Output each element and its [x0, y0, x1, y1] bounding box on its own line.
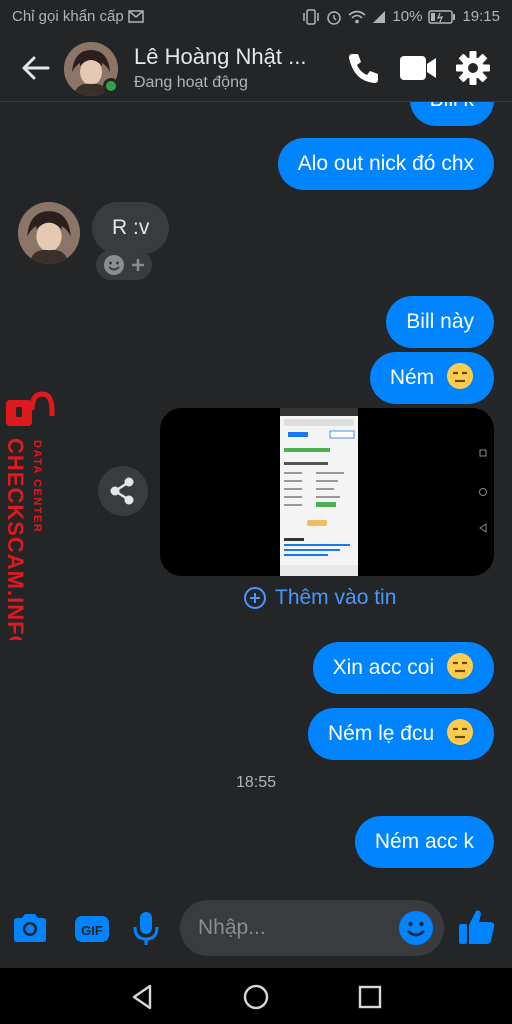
image-attachment[interactable] — [160, 408, 494, 576]
add-reaction-button[interactable] — [96, 250, 152, 280]
add-to-story-button[interactable]: Thêm vào tin — [243, 586, 396, 610]
svg-text:DATA CENTER: DATA CENTER — [31, 440, 43, 533]
plus-circle-icon — [244, 587, 266, 609]
checkscam-watermark-logo: CHECKSCAM.INFO DATA CENTER — [0, 390, 60, 654]
microphone-icon[interactable] — [126, 908, 166, 948]
sent-message[interactable]: Ném acc k — [354, 816, 494, 868]
share-icon[interactable] — [98, 466, 148, 516]
expressionless-emoji-icon — [447, 653, 473, 680]
signal-icon — [372, 10, 386, 24]
expressionless-emoji-icon — [447, 719, 473, 746]
message-list[interactable]: Bill k Alo out nick đó chx R :v Bill này… — [0, 102, 512, 888]
svg-text:CHECKSCAM.INFO: CHECKSCAM.INFO — [3, 438, 28, 640]
status-bar: Chỉ gọi khẩn cấp 10% 19:15 — [0, 0, 512, 34]
sent-message[interactable]: Ném lẹ đcu — [307, 708, 494, 760]
thumbs-up-icon[interactable] — [456, 906, 496, 946]
contact-name[interactable]: Lê Hoàng Nhật ... — [134, 44, 306, 70]
system-navigation-bar — [0, 968, 512, 1024]
carrier-text: Chỉ gọi khẩn cấp — [12, 8, 124, 25]
camera-icon[interactable] — [10, 908, 50, 948]
battery-percent: 10% — [392, 8, 423, 25]
wifi-icon — [348, 10, 366, 24]
nav-recents-icon[interactable] — [355, 982, 385, 1012]
svg-text:GIF: GIF — [81, 923, 103, 938]
received-message[interactable]: R :v — [92, 202, 170, 254]
vibrate-icon — [302, 8, 320, 25]
sender-avatar[interactable] — [18, 202, 80, 264]
message-composer: GIF Nhập... — [0, 888, 512, 968]
sent-message[interactable]: Bill này — [386, 296, 494, 348]
nav-back-icon[interactable] — [128, 982, 158, 1012]
conversation-header: Lê Hoàng Nhật ... Đang hoạt động — [0, 34, 512, 102]
sent-message[interactable]: Xin acc coi — [312, 642, 494, 694]
sent-message[interactable]: Bill k — [409, 102, 494, 126]
online-status-dot — [103, 78, 119, 94]
message-input[interactable]: Nhập... — [180, 900, 444, 956]
video-call-icon[interactable] — [398, 50, 436, 86]
contact-status: Đang hoạt động — [134, 74, 248, 91]
expressionless-emoji-icon — [447, 363, 473, 390]
emoji-picker-icon[interactable] — [398, 910, 434, 946]
phone-call-icon[interactable] — [344, 50, 382, 86]
battery-icon — [428, 9, 456, 24]
add-to-story-label: Thêm vào tin — [275, 586, 397, 609]
gif-icon[interactable]: GIF — [72, 908, 112, 948]
message-timestamp: 18:55 — [235, 774, 277, 791]
mail-icon — [128, 10, 144, 23]
message-input-placeholder: Nhập... — [198, 916, 266, 939]
sent-message[interactable]: Ném — [369, 352, 494, 404]
alarm-icon — [326, 9, 342, 25]
settings-gear-icon[interactable] — [454, 50, 492, 86]
clock-time: 19:15 — [462, 8, 500, 25]
nav-home-icon[interactable] — [241, 982, 271, 1012]
back-arrow-icon[interactable] — [18, 52, 54, 84]
sent-message[interactable]: Alo out nick đó chx — [277, 138, 494, 190]
